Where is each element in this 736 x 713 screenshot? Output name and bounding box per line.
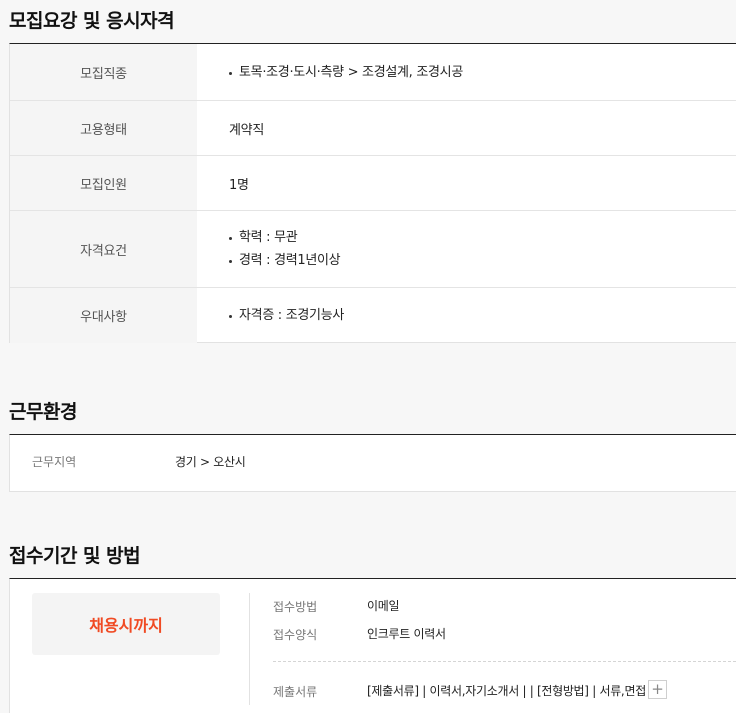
form-label: 접수양식 xyxy=(273,628,318,642)
deadline-badge: 채용시까지 xyxy=(32,593,220,655)
docs-value: [제출서류] | 이력서,자기소개서 | | [전형방법] | 서류,면접 xyxy=(367,684,646,698)
row-label: 모집인원 xyxy=(10,156,197,210)
table-row: 모집인원 1명 xyxy=(10,156,736,211)
row-value: 1명 xyxy=(197,156,736,210)
row-value: 학력 : 무관 경력 : 경력1년이상 xyxy=(197,211,736,287)
preference-value: 자격증 : 조경기능사 xyxy=(229,304,736,327)
row-label: 고용형태 xyxy=(10,101,197,155)
row-value: 자격증 : 조경기능사 xyxy=(197,288,736,343)
dashed-divider xyxy=(273,661,736,662)
environment-box: 근무지역 경기 > 오산시 xyxy=(9,434,736,492)
employment-type-value: 계약직 xyxy=(229,122,264,138)
row-label: 모집직종 xyxy=(10,44,197,100)
divider xyxy=(249,593,250,705)
row-label: 우대사항 xyxy=(10,288,197,343)
row-value: 토목·조경·도시·측량 > 조경설계, 조경시공 xyxy=(197,44,736,100)
table-row: 고용형태 계약직 xyxy=(10,101,736,156)
requirements-table: 모집직종 토목·조경·도시·측량 > 조경설계, 조경시공 고용형태 계약직 모… xyxy=(9,43,736,343)
education-value: 학력 : 무관 xyxy=(229,226,736,249)
table-row: 자격요건 학력 : 무관 경력 : 경력1년이상 xyxy=(10,211,736,288)
location-value: 경기 > 오산시 xyxy=(175,455,246,469)
row-value: 계약직 xyxy=(197,101,736,155)
section-title-application: 접수기간 및 방법 xyxy=(9,545,141,567)
experience-value: 경력 : 경력1년이상 xyxy=(229,249,736,272)
job-category-value: 토목·조경·도시·측량 > 조경설계, 조경시공 xyxy=(229,61,736,84)
method-value: 이메일 xyxy=(367,599,400,613)
headcount-value: 1명 xyxy=(229,177,249,193)
location-label: 근무지역 xyxy=(32,455,77,469)
table-row: 우대사항 자격증 : 조경기능사 xyxy=(10,288,736,343)
application-box: 채용시까지 접수방법 이메일 접수양식 인크루트 이력서 제출서류 [제출서류]… xyxy=(9,578,736,713)
expand-docs-button[interactable]: + xyxy=(648,680,667,699)
row-label: 자격요건 xyxy=(10,211,197,287)
section-title-environment: 근무환경 xyxy=(9,401,77,423)
table-row: 모집직종 토목·조경·도시·측량 > 조경설계, 조경시공 xyxy=(10,44,736,101)
section-title-requirements: 모집요강 및 응시자격 xyxy=(9,10,175,32)
docs-label: 제출서류 xyxy=(273,685,318,699)
form-value: 인크루트 이력서 xyxy=(367,627,446,641)
method-label: 접수방법 xyxy=(273,600,318,614)
